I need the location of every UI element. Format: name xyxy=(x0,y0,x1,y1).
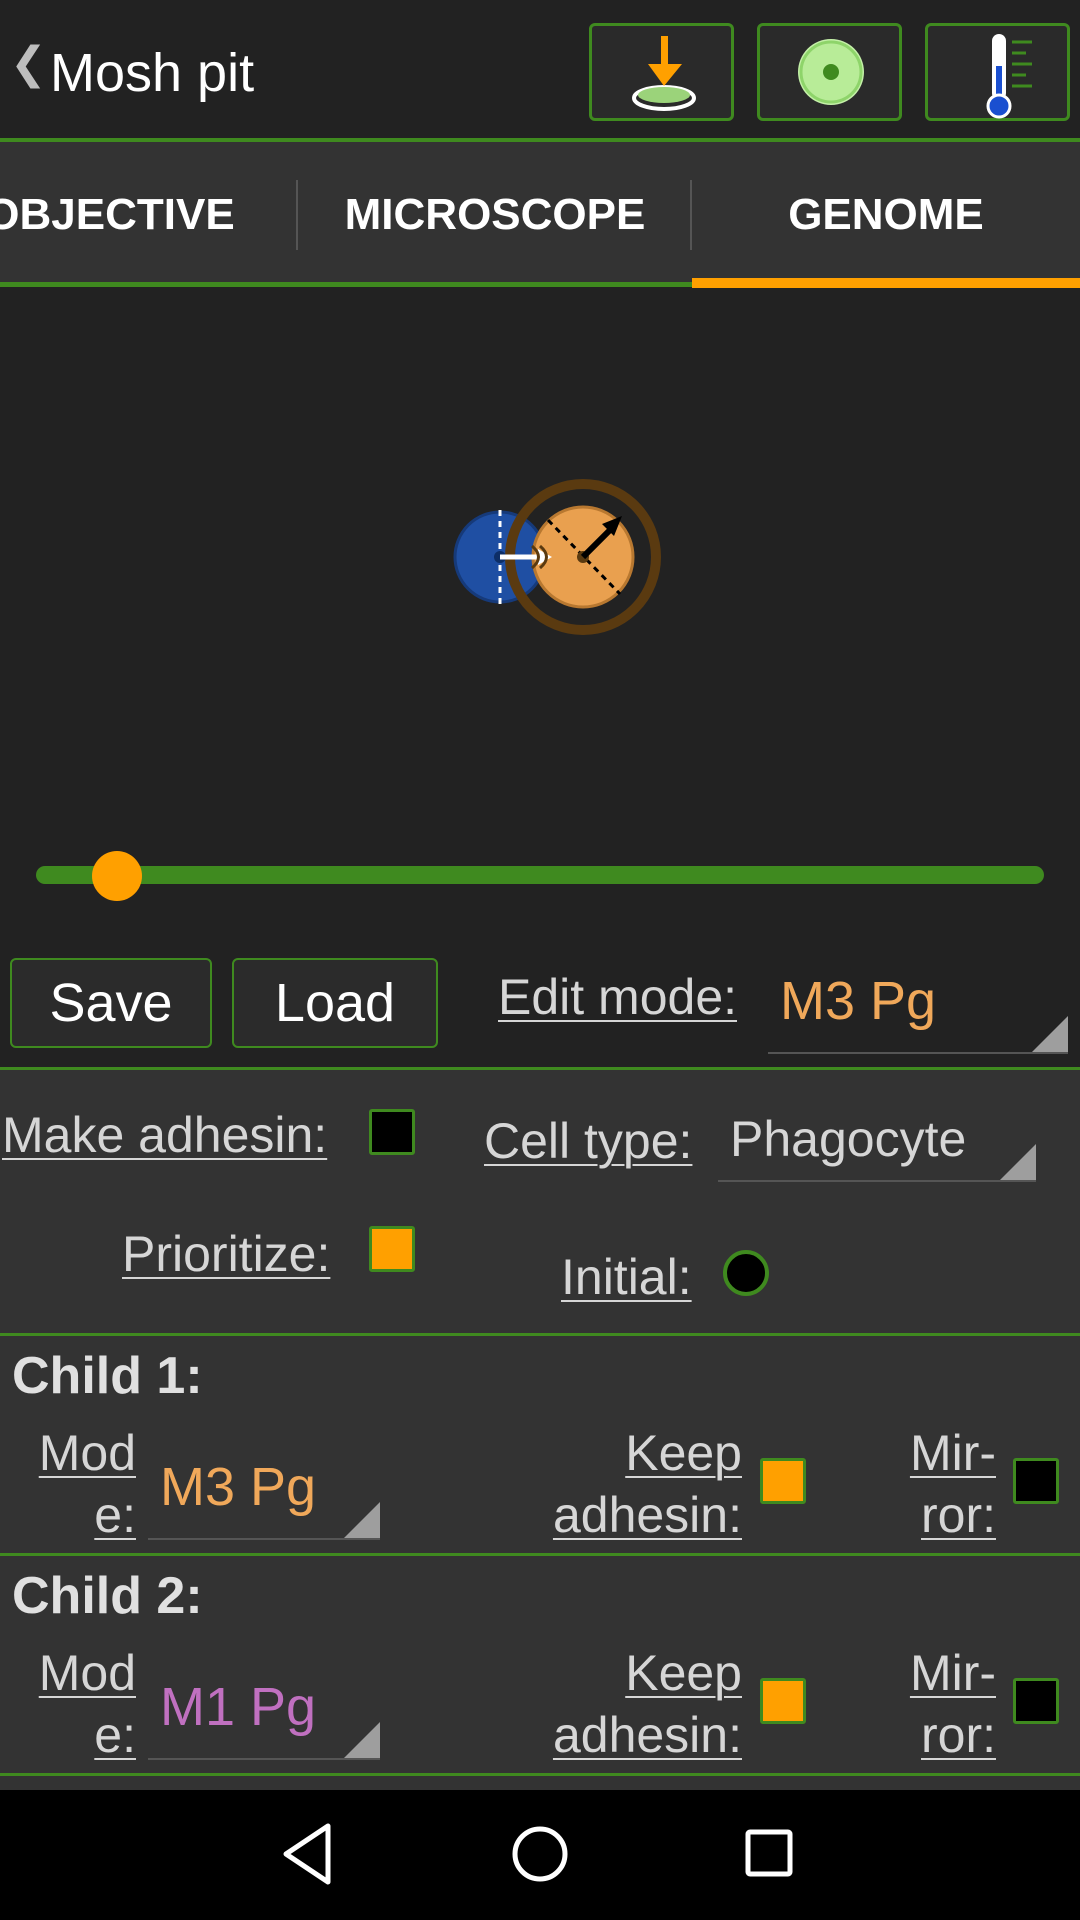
child-2-mirror-checkbox[interactable] xyxy=(1013,1678,1059,1724)
make-adhesin-label: Make adhesin: xyxy=(2,1107,328,1163)
edit-mode-dropdown[interactable]: M3 Pg xyxy=(768,960,1068,1054)
app-header: ❮ Mosh pit xyxy=(0,0,1080,138)
child-2-mode-label: Mod e: xyxy=(38,1645,136,1763)
child-1-panel: Child 1: Mod e: M3 Pg Keep adhesin: Mir-… xyxy=(0,1336,1080,1553)
panel-bottom-strip xyxy=(0,1776,1080,1790)
initial-label: Initial: xyxy=(561,1249,692,1305)
cell-type-dropdown[interactable]: Phagocyte xyxy=(718,1092,1036,1182)
dropdown-arrow-icon xyxy=(344,1502,380,1538)
tab-bar: OBJECTIVE MICROSCOPE GENOME xyxy=(0,142,1080,287)
child-2-panel: Child 2: Mod e: M1 Pg Keep adhesin: Mir-… xyxy=(0,1556,1080,1773)
tab-genome[interactable]: GENOME xyxy=(692,142,1080,287)
child-1-title: Child 1: xyxy=(12,1347,203,1405)
cell-target-icon xyxy=(798,39,864,105)
child-1-mirror-label: Mir- ror: xyxy=(909,1425,996,1543)
child-1-mode-dropdown[interactable]: M3 Pg xyxy=(148,1436,380,1540)
child-1-keep-adhesin-label: Keep adhesin: xyxy=(552,1425,742,1543)
cell-target-button[interactable] xyxy=(757,23,902,121)
cell-type-label: Cell type: xyxy=(484,1113,693,1169)
make-adhesin-checkbox[interactable] xyxy=(369,1109,415,1155)
child-2-keep-adhesin-label: Keep adhesin: xyxy=(552,1645,742,1763)
petri-dish-download-icon xyxy=(632,36,696,111)
edit-mode-value: M3 Pg xyxy=(780,971,937,1031)
prioritize-label: Prioritize: xyxy=(122,1226,331,1282)
back-chevron-icon[interactable]: ❮ xyxy=(10,38,47,89)
child-1-keep-adhesin-checkbox[interactable] xyxy=(760,1458,806,1504)
tab-bar-underline xyxy=(0,282,692,287)
child-1-mode-value: M3 Pg xyxy=(160,1457,317,1517)
cell-division-preview xyxy=(453,479,661,635)
cell-properties-panel: Make adhesin: Cell type: Phagocyte Prior… xyxy=(0,1070,1080,1333)
edit-mode-label: Edit mode: xyxy=(498,969,738,1025)
thermometer-icon xyxy=(986,34,1032,119)
dropdown-arrow-icon xyxy=(1000,1144,1036,1180)
home-circle-icon[interactable] xyxy=(512,1826,568,1882)
child-2-mode-dropdown[interactable]: M1 Pg xyxy=(148,1656,380,1760)
dropdown-arrow-icon xyxy=(1032,1016,1068,1052)
division-slider-thumb[interactable] xyxy=(91,851,142,901)
dropdown-arrow-icon xyxy=(344,1722,380,1758)
initial-radio[interactable] xyxy=(723,1250,769,1296)
cell-type-value: Phagocyte xyxy=(730,1111,967,1167)
page-title[interactable]: Mosh pit xyxy=(50,42,254,104)
system-navigation-bar xyxy=(0,1790,1080,1920)
load-button[interactable]: Load xyxy=(232,958,438,1048)
recents-square-icon[interactable] xyxy=(745,1829,793,1877)
child-2-keep-adhesin-checkbox[interactable] xyxy=(760,1678,806,1724)
back-triangle-icon[interactable] xyxy=(283,1823,331,1885)
child-1-mode-label: Mod e: xyxy=(38,1425,136,1543)
child-1-mirror-checkbox[interactable] xyxy=(1013,1458,1059,1504)
save-button[interactable]: Save xyxy=(10,958,212,1048)
genome-preview[interactable] xyxy=(0,288,1080,948)
child-2-mirror-label: Mir- ror: xyxy=(909,1645,996,1763)
tab-objective[interactable]: OBJECTIVE xyxy=(0,142,260,287)
child-2-title: Child 2: xyxy=(12,1567,203,1625)
thermometer-button[interactable] xyxy=(925,23,1070,121)
tab-microscope[interactable]: MICROSCOPE xyxy=(298,142,692,287)
prioritize-checkbox[interactable] xyxy=(369,1226,415,1272)
division-slider-track[interactable] xyxy=(36,866,1044,884)
child-2-mode-value: M1 Pg xyxy=(160,1677,317,1737)
petri-dish-download-button[interactable] xyxy=(589,23,734,121)
active-tab-indicator xyxy=(692,278,1080,288)
